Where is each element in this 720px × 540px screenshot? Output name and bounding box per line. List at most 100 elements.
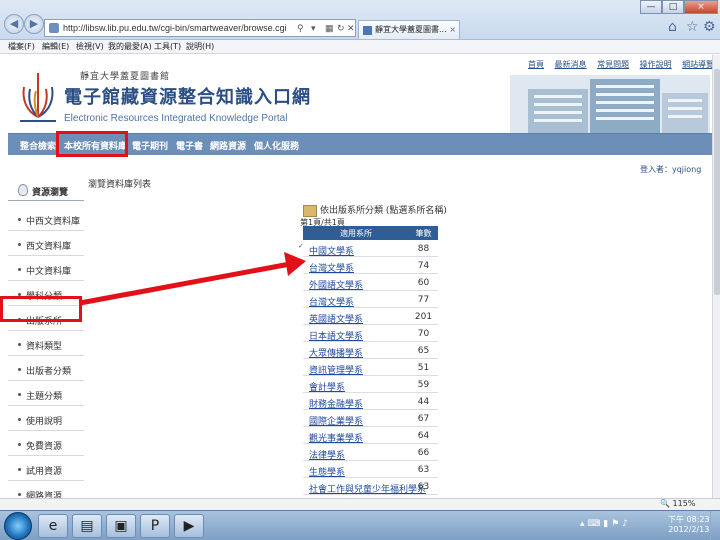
department-link[interactable]: 國際企業學系 xyxy=(309,414,363,427)
sidebar-item-free[interactable]: 免費資源 xyxy=(8,434,84,456)
sidebar-item-publisher[interactable]: 出版者分類 xyxy=(8,359,84,381)
sidebar-item-chinese-db[interactable]: 中文資料庫 xyxy=(8,259,84,281)
nav-web-resources[interactable]: 網路資源 xyxy=(210,139,246,152)
status-bar: 🔍 115% xyxy=(0,498,720,510)
nav-integrated-search[interactable]: 整合檢索 xyxy=(20,139,56,152)
library-building-image xyxy=(510,75,710,135)
department-link[interactable]: 英國語文學系 xyxy=(309,312,363,325)
forward-button[interactable]: ▶ xyxy=(24,14,44,34)
address-url[interactable]: http://libsw.lib.pu.edu.tw/cgi-bin/smart… xyxy=(63,20,287,36)
browser-tab[interactable]: 靜宜大學蓋夏圖書... × xyxy=(358,20,460,39)
search-icon[interactable]: ⚲ xyxy=(297,20,304,36)
sidebar-item-label: 免費資源 xyxy=(26,442,63,452)
department-link[interactable]: 大眾傳播學系 xyxy=(309,346,363,359)
count-cell: 51 xyxy=(417,363,430,373)
count-cell: 201 xyxy=(414,312,433,322)
department-link[interactable]: 台灣文學系 xyxy=(309,261,354,274)
department-link[interactable]: 台灣文學系 xyxy=(309,295,354,308)
department-link[interactable]: 日本語文學系 xyxy=(309,329,363,342)
powerpoint-icon[interactable]: P xyxy=(140,514,170,538)
top-link-sitemap[interactable]: 網站導覽 xyxy=(682,60,712,69)
maximize-button[interactable]: □ xyxy=(662,0,684,14)
breadcrumb: 瀏覽資料庫列表 xyxy=(88,180,152,190)
count-cell: 67 xyxy=(417,414,430,424)
department-link[interactable]: 觀光事業學系 xyxy=(309,431,363,444)
nav-ebooks[interactable]: 電子書 xyxy=(176,139,203,152)
department-link[interactable]: 法律學系 xyxy=(309,448,345,461)
screen: ◀ ▶ http://libsw.lib.pu.edu.tw/cgi-bin/s… xyxy=(0,0,720,540)
favorites-star-icon[interactable]: ☆ xyxy=(686,19,699,35)
table-title-text: 依出版系所分類 (點選系所名稱) xyxy=(320,206,447,216)
zoom-value: 115% xyxy=(672,499,696,508)
top-link-faq[interactable]: 常見問題 xyxy=(597,60,629,69)
count-cell: 66 xyxy=(417,448,430,458)
zoom-level[interactable]: 🔍 115% xyxy=(660,499,695,508)
count-cell: 88 xyxy=(417,244,430,254)
top-link-news[interactable]: 最新消息 xyxy=(555,60,587,69)
network-icon[interactable]: ▮ xyxy=(603,519,608,529)
refresh-icon[interactable]: ↻ xyxy=(337,20,345,36)
address-bar[interactable]: http://libsw.lib.pu.edu.tw/cgi-bin/smart… xyxy=(44,19,356,37)
table-title: 依出版系所分類 (點選系所名稱) xyxy=(303,203,447,217)
menu-tools[interactable]: 工具(T) xyxy=(154,41,181,52)
count-cell: 60 xyxy=(417,278,430,288)
department-link[interactable]: 會計學系 xyxy=(309,380,345,393)
scrollbar-thumb[interactable] xyxy=(714,69,720,295)
top-links: 首頁 最新消息 常見問題 操作說明 網站導覽 xyxy=(528,59,712,70)
menu-favorites[interactable]: 我的最愛(A) xyxy=(108,41,152,52)
keyboard-icon[interactable]: ⌨ xyxy=(587,519,600,529)
sidebar-item-western-db[interactable]: 西文資料庫 xyxy=(8,234,84,256)
department-link[interactable]: 財務金融學系 xyxy=(309,397,363,410)
department-link[interactable]: 中國文學系 xyxy=(309,244,354,257)
table-row: 大眾傳播學系 65 xyxy=(303,342,438,359)
count-cell: 74 xyxy=(417,261,430,271)
dropdown-icon[interactable]: ▾ xyxy=(311,20,316,36)
department-link[interactable]: 資訊管理學系 xyxy=(309,363,363,376)
flag-icon[interactable]: ⚑ xyxy=(611,519,619,529)
home-icon[interactable]: ⌂ xyxy=(668,19,677,35)
logged-in-user: 登入者：yqjiong xyxy=(640,165,702,174)
nav-ejournals[interactable]: 電子期刊 xyxy=(132,139,168,152)
tab-title: 靜宜大學蓋夏圖書... xyxy=(375,25,447,34)
tab-close-icon[interactable]: × xyxy=(449,21,456,39)
sidebar-item-label: 中西文資料庫 xyxy=(26,217,81,227)
nav-personal-service[interactable]: 個人化服務 xyxy=(254,139,299,152)
sidebar-item-label: 試用資源 xyxy=(26,467,63,477)
menu-view[interactable]: 檢視(V) xyxy=(76,41,104,52)
back-button[interactable]: ◀ xyxy=(4,14,24,34)
start-button[interactable] xyxy=(4,512,32,540)
menu-file[interactable]: 檔案(F) xyxy=(8,41,35,52)
media-player-icon[interactable]: ▶ xyxy=(174,514,204,538)
table-row: 中國文學系 88 xyxy=(303,240,438,257)
compatibility-icon[interactable]: ▦ xyxy=(325,20,334,36)
portal-english-title: Electronic Resources Integrated Knowledg… xyxy=(64,113,288,124)
tray-expand-icon[interactable]: ▴ xyxy=(580,519,585,529)
clock[interactable]: 下午 08:23 2012/2/13 xyxy=(668,515,710,535)
count-cell: 77 xyxy=(417,295,430,305)
file-explorer-icon[interactable]: ▤ xyxy=(72,514,102,538)
department-link[interactable]: 生態學系 xyxy=(309,465,345,478)
department-table: 適用系所 筆數 中國文學系 88 台灣文學系 74 外國語文學系 60 台灣文學系 77… xyxy=(303,226,438,495)
menu-help[interactable]: 說明(H) xyxy=(186,41,214,52)
vertical-scrollbar[interactable] xyxy=(712,55,720,510)
sidebar-item-usage[interactable]: 使用說明 xyxy=(8,409,84,431)
sidebar-item-all-db[interactable]: 中西文資料庫 xyxy=(8,209,84,231)
table-row: 法律學系 66 xyxy=(303,444,438,461)
table-row: 台灣文學系 74 xyxy=(303,257,438,274)
sidebar-item-trial[interactable]: 試用資源 xyxy=(8,459,84,481)
documents-icon[interactable]: ▣ xyxy=(106,514,136,538)
top-link-guide[interactable]: 操作說明 xyxy=(640,60,672,69)
show-desktop-button[interactable] xyxy=(710,511,720,540)
sidebar-item-topic[interactable]: 主題分類 xyxy=(8,384,84,406)
department-link[interactable]: 外國語文學系 xyxy=(309,278,363,291)
close-button[interactable]: × xyxy=(684,0,718,14)
top-link-home[interactable]: 首頁 xyxy=(528,60,544,69)
menu-edit[interactable]: 編輯(E) xyxy=(42,41,69,52)
gear-icon[interactable]: ⚙ xyxy=(703,19,716,35)
internet-explorer-icon[interactable]: e xyxy=(38,514,68,538)
minimize-button[interactable]: — xyxy=(640,0,662,14)
stop-icon[interactable]: ✕ xyxy=(347,20,355,36)
volume-icon[interactable]: ♪ xyxy=(622,519,628,529)
sidebar-item-data-type[interactable]: 資料類型 xyxy=(8,334,84,356)
sidebar-item-label: 中文資料庫 xyxy=(26,267,72,277)
